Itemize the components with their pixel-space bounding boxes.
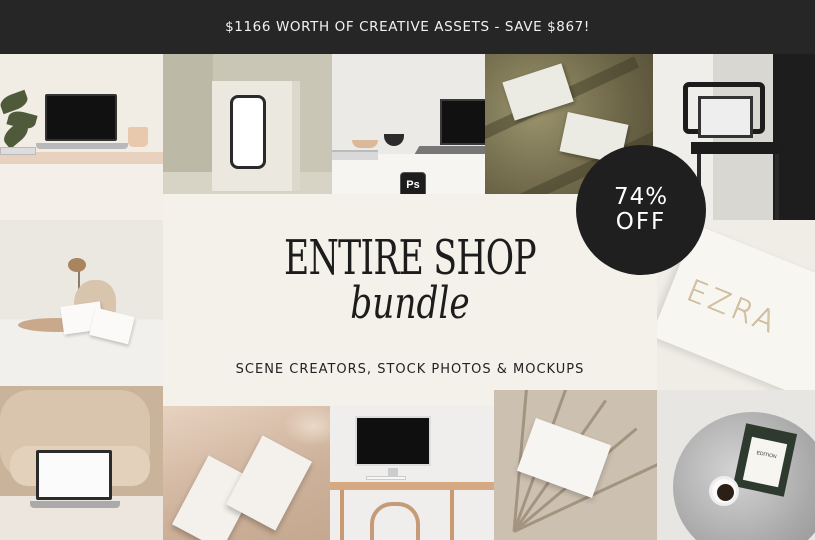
laptop-screen [36, 450, 112, 500]
chair [370, 502, 420, 540]
discount-badge: 74% OFF [576, 145, 706, 275]
chair-seat [691, 142, 783, 154]
discount-percent: 74% [613, 183, 669, 210]
mockup-photo-imac-desk [330, 406, 494, 540]
desk-leg [450, 490, 454, 540]
phone [230, 95, 266, 169]
mockup-photo-laptop-bowls: Ps [332, 54, 485, 194]
pampas-grass [283, 406, 330, 446]
desk [330, 482, 494, 490]
monitor-screen [355, 416, 431, 466]
desk-leg [340, 490, 344, 540]
laptop-base [414, 146, 485, 154]
mug [128, 127, 148, 147]
bundle-subtitle: bundle [350, 278, 470, 329]
laptop-screen [440, 99, 485, 145]
dried-flower [68, 258, 86, 272]
laptop-screen [45, 94, 117, 141]
promo-banner: $1166 WORTH OF CREATIVE ASSETS - SAVE $8… [0, 0, 815, 54]
mockup-photo-palm-card [494, 390, 657, 540]
laptop-screen [698, 96, 753, 138]
books [332, 150, 378, 160]
book [0, 147, 36, 155]
mockup-photo-sofa-laptop [0, 386, 163, 540]
laptop-base [36, 143, 128, 149]
promo-banner-text: $1166 WORTH OF CREATIVE ASSETS - SAVE $8… [225, 19, 590, 35]
mockup-photo-laptop-desk [0, 54, 163, 220]
wooden-bowl [352, 140, 378, 148]
mockup-photo-marble-coffee: EDITION [657, 390, 815, 540]
black-bowl [384, 134, 404, 146]
photoshop-icon: Ps [400, 172, 426, 194]
desk-surface [0, 164, 163, 220]
business-card [89, 307, 135, 345]
photoshop-icon-label: Ps [406, 179, 420, 191]
discount-label: OFF [615, 209, 667, 235]
chair-leg [775, 154, 779, 220]
mockup-photo-seed-pod [0, 220, 163, 386]
keyboard [366, 476, 406, 480]
mockup-photo-two-cards [163, 406, 330, 540]
coffee [717, 484, 734, 501]
mockup-photo-phone [163, 54, 332, 194]
dark-wall [773, 54, 815, 220]
bundle-tagline: SCENE CREATORS, STOCK PHOTOS & MOCKUPS [235, 362, 585, 377]
business-card [502, 63, 574, 121]
laptop-base [30, 501, 120, 508]
